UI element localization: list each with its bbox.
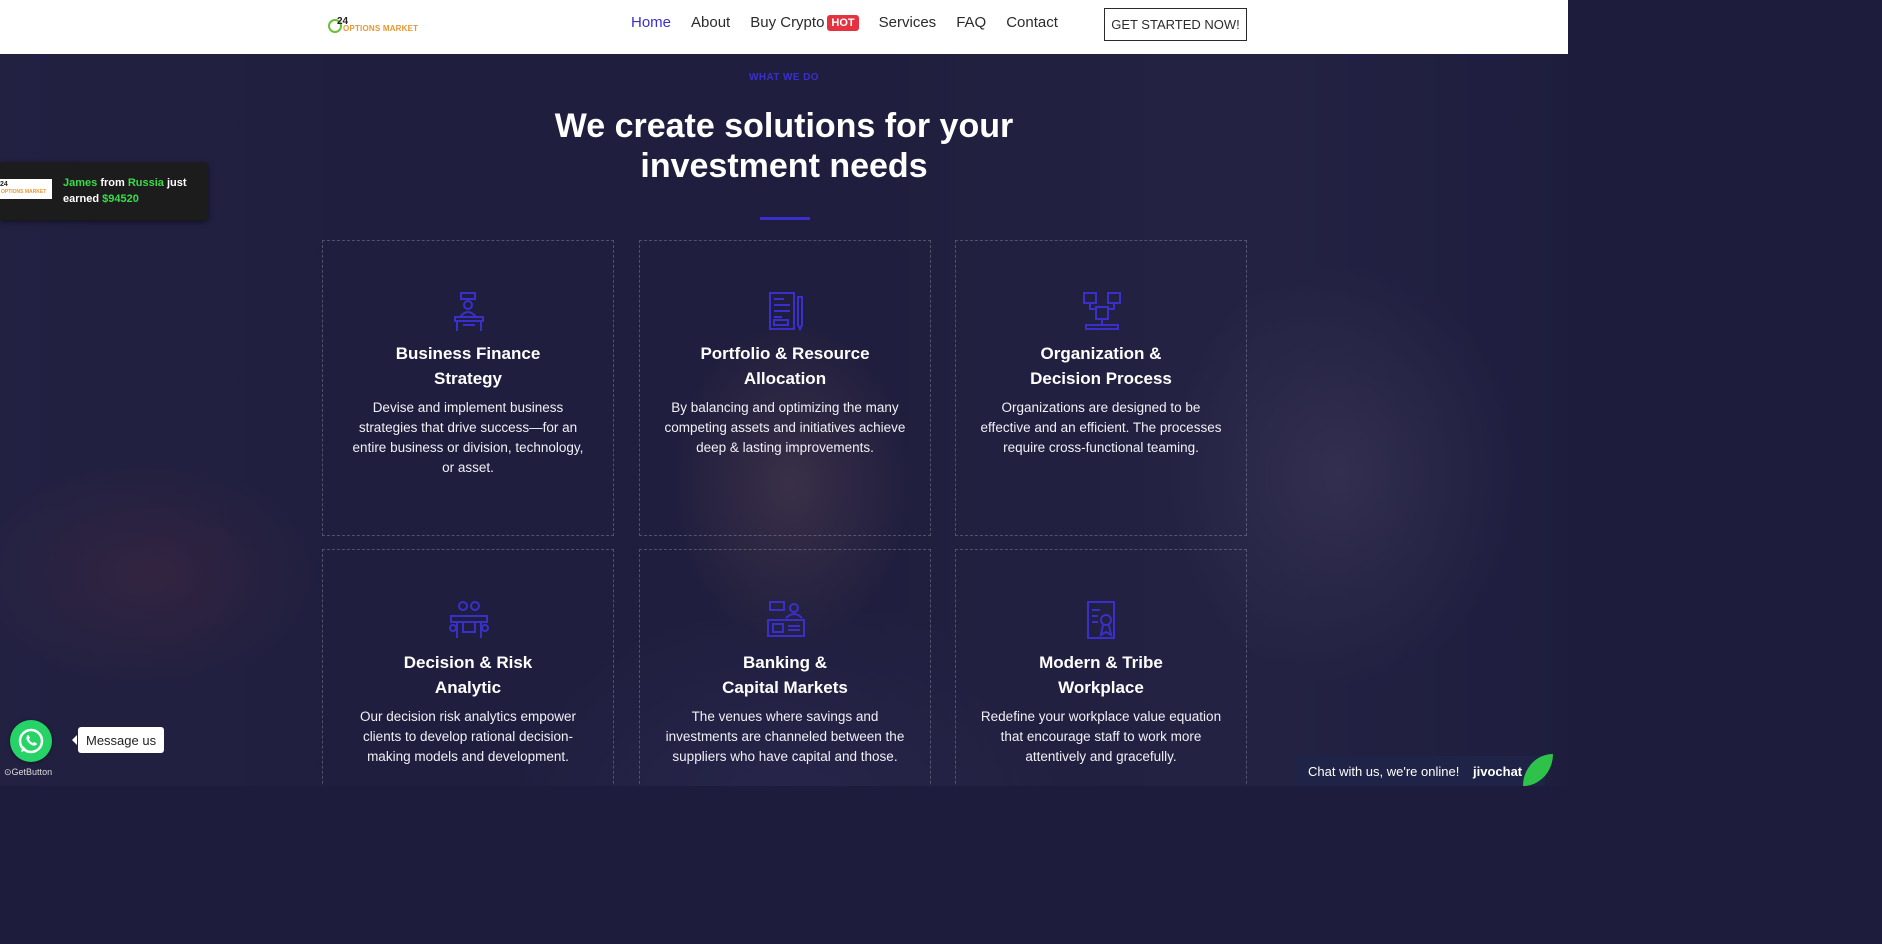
service-card-decision-risk: Decision & Risk Analytic Our decision ris… [322,549,614,786]
getbutton-brand: GetButton [11,767,53,777]
chat-brand: jivochat [1473,764,1523,779]
getbutton-credit[interactable]: ⊙GetButton [4,767,52,778]
site-logo[interactable]: 24 OPTIONS MARKET [328,16,423,36]
section-title: We create solutions for your investment … [484,106,1084,186]
card-title: Organization & Decision Process [966,341,1236,391]
notification-just: just [166,177,187,189]
card-title-line1: Organization & [1040,344,1162,363]
card-text: Redefine your workplace value equation t… [980,709,1222,764]
nav-services[interactable]: Services [879,14,937,31]
service-card-portfolio: Portfolio & Resource Allocation By balanc… [639,240,931,536]
card-title-line2: Strategy [433,369,503,388]
card-title: Business Finance Strategy [333,341,603,391]
card-title-line2: Capital Markets [722,678,848,697]
getbutton-glyph-icon: ⊙ [4,767,12,777]
notification-text: James from Russia just earned $94520 [63,175,203,207]
main-menu: Home About Buy Crypto HOT Services FAQ Co… [631,14,1078,31]
card-text: Organizations are designed to be effecti… [980,400,1222,455]
notification-name: James [63,177,98,189]
card-title-line1: Portfolio & Resource [700,344,870,363]
document-pen-icon [769,292,803,332]
whatsapp-button[interactable] [10,720,52,762]
services-section: WHAT WE DO We create solutions for your … [0,54,1568,786]
notification-from: from [100,177,125,189]
card-title-line2: Analytic [434,678,502,697]
service-card-organization: Organization & Decision Process Organizat… [955,240,1247,536]
notification-amount: $94520 [102,193,139,205]
notification-country: Russia [127,177,164,189]
card-title-line1: Modern & Tribe [1039,653,1163,672]
card-text: Our decision risk analytics empower clie… [359,709,577,764]
service-card-workplace: Modern & Tribe Workplace Redefine your wo… [955,549,1247,786]
card-title: Banking & Capital Markets [650,650,920,700]
desk-worker-icon [454,292,484,331]
card-title-line1: Banking & [742,653,828,672]
whatsapp-message-label[interactable]: Message us [71,727,165,753]
live-chat-widget[interactable]: Chat with us, we're online! jivochat [1295,754,1553,786]
card-title-line1: Decision & Risk [403,653,533,672]
nav-about[interactable]: About [691,14,730,31]
top-navbar: 24 OPTIONS MARKET Home About Buy Crypto H… [0,0,1568,54]
service-card-banking: Banking & Capital Markets The venues wher… [639,549,931,786]
nav-home[interactable]: Home [631,14,671,31]
notification-earned: earned [63,193,100,205]
service-card-business-finance: Business Finance Strategy Devise and impl… [322,240,614,536]
card-text: Devise and implement business strategies… [352,400,584,475]
notification-logo-text: OPTIONS MARKET [1,189,47,195]
hot-badge: HOT [827,15,859,31]
meeting-table-icon [449,601,489,638]
nav-contact[interactable]: Contact [1006,14,1058,31]
nav-buy-crypto[interactable]: Buy Crypto HOT [750,14,859,31]
certificate-icon [1087,601,1115,639]
card-title-line1: Business Finance [395,344,541,363]
notification-logo-number: 24 [0,181,8,188]
card-title-line2: Allocation [743,369,827,388]
card-text: By balancing and optimizing the many com… [664,400,906,455]
card-title: Portfolio & Resource Allocation [650,341,920,391]
card-text: The venues where savings and investments… [665,709,905,764]
get-started-button[interactable]: GET STARTED NOW! [1104,8,1247,41]
card-title-line2: Workplace [1058,678,1144,697]
whatsapp-icon [18,728,44,754]
card-title-line2: Decision Process [1030,369,1172,388]
card-title: Decision & Risk Analytic [333,650,603,700]
chat-status-text: Chat with us, we're online! [1308,764,1460,779]
section-title-line1: We create solutions for your [554,107,1014,145]
section-eyebrow: WHAT WE DO [749,72,819,83]
section-title-line2: investment needs [640,147,928,185]
nav-faq[interactable]: FAQ [956,14,986,31]
title-underline [760,217,810,220]
earnings-notification[interactable]: 24 OPTIONS MARKET James from Russia just… [0,162,208,220]
card-title: Modern & Tribe Workplace [966,650,1236,700]
logo-text: OPTIONS MARKET [343,24,419,33]
banking-icon [767,601,805,637]
nav-buy-crypto-label: Buy Crypto [750,14,825,31]
notification-logo: 24 OPTIONS MARKET [0,179,52,199]
org-chart-icon [1083,292,1121,330]
